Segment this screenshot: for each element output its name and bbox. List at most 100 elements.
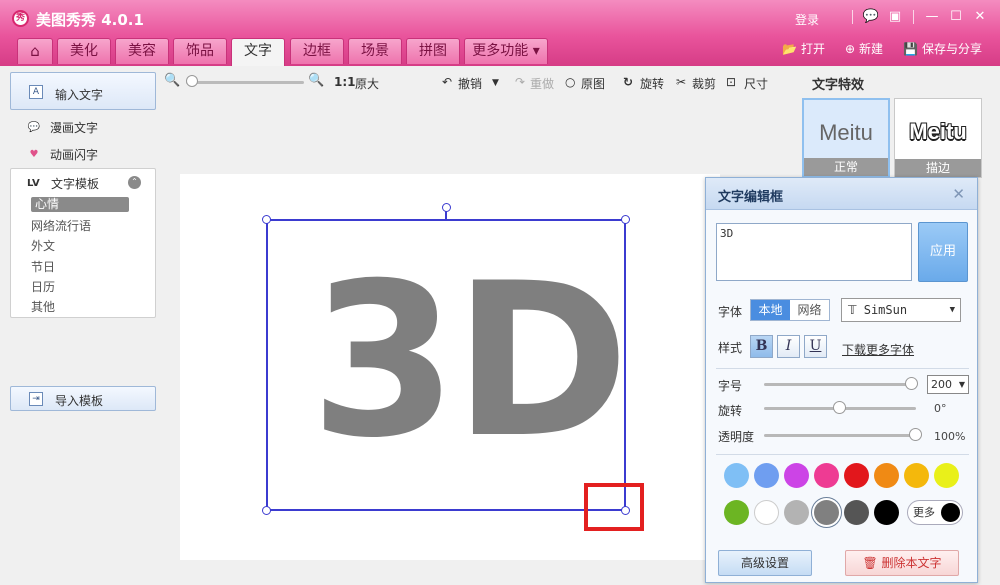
sidebar: A 输入文字 💬 漫画文字 ♥ 动画闪字 LV 文字模板 ⌃ 心情 网络流行语 … [10, 68, 158, 585]
import-template-label: 导入模板 [55, 394, 104, 408]
advanced-settings-button[interactable]: 高级设置 [718, 550, 812, 576]
color-swatch[interactable] [724, 500, 749, 525]
zoom-in-icon[interactable]: 🔍 [308, 73, 324, 88]
crop-button[interactable]: 裁剪 [692, 75, 716, 92]
tab-beauty[interactable]: 美容 [115, 38, 169, 64]
heart-icon: ♥ [29, 148, 39, 160]
undo-icon[interactable]: ↶ [442, 75, 452, 89]
new-button[interactable]: ⊕ 新建 [845, 40, 883, 57]
tab-accessories[interactable]: 饰品 [173, 38, 227, 64]
rotate-icon[interactable]: ↻ [623, 75, 633, 89]
feedback-icon[interactable]: 💬 [861, 8, 881, 26]
apply-button[interactable]: 应用 [918, 222, 968, 282]
size-button[interactable]: 尺寸 [744, 75, 768, 92]
color-swatch[interactable] [844, 500, 869, 525]
font-select[interactable]: 𝕋 SimSun ▼ [841, 298, 961, 322]
sidebar-item-animated-text[interactable]: ♥ 动画闪字 [26, 146, 99, 163]
opacity-slider[interactable] [764, 434, 916, 437]
skin-icon[interactable]: ▣ [885, 8, 905, 26]
color-swatch[interactable] [754, 463, 779, 488]
underline-button[interactable]: U [804, 335, 827, 358]
color-swatch[interactable] [814, 463, 839, 488]
effect-outline[interactable]: Meitu 描边 [894, 98, 982, 178]
delete-text-button[interactable]: 🗑 删除本文字 [845, 550, 959, 576]
login-link[interactable]: 登录 [795, 11, 819, 28]
zoom-slider-handle[interactable] [186, 75, 198, 87]
save-share-button[interactable]: 💾 保存与分享 [903, 40, 982, 57]
tab-text[interactable]: 文字 [231, 38, 285, 66]
tab-frame[interactable]: 边框 [290, 38, 344, 64]
color-swatch[interactable] [874, 463, 899, 488]
color-swatch[interactable] [844, 463, 869, 488]
tab-more-features[interactable]: 更多功能 ▾ [464, 38, 548, 64]
resize-handle-top-left[interactable] [262, 215, 271, 224]
input-text-button[interactable]: A 输入文字 [10, 72, 156, 110]
color-swatch[interactable] [904, 463, 929, 488]
tab-collage[interactable]: 拼图 [406, 38, 460, 64]
italic-button[interactable]: I [777, 335, 800, 358]
category-holiday[interactable]: 节日 [31, 258, 55, 275]
color-swatch[interactable] [724, 463, 749, 488]
resize-icon[interactable]: ⊡ [726, 75, 736, 89]
font-local-button[interactable]: 本地 [751, 300, 790, 320]
undo-dropdown-icon[interactable]: ▼ [492, 78, 499, 88]
sidebar-item-comic-text[interactable]: 💬 漫画文字 [26, 119, 98, 136]
opacity-slider-handle[interactable] [909, 428, 922, 441]
app-logo-icon: 秀 [12, 10, 29, 27]
trash-icon: 🗑 [862, 556, 882, 570]
actual-size-button[interactable]: 原大 [355, 75, 379, 92]
plus-icon: ⊕ [844, 42, 856, 56]
color-swatch[interactable] [784, 463, 809, 488]
text-selection-box[interactable] [266, 219, 626, 511]
tab-beautify[interactable]: 美化 [57, 38, 111, 64]
opacity-label: 透明度 [718, 430, 755, 444]
original-icon[interactable]: ○ [565, 75, 575, 89]
text-template-header[interactable]: LV 文字模板 ⌃ [11, 173, 155, 193]
more-colors-button[interactable]: 更多 [907, 500, 963, 525]
size-slider[interactable] [764, 383, 912, 386]
zoom-slider[interactable] [186, 81, 304, 84]
resize-handle-top-right[interactable] [621, 215, 630, 224]
effect-normal[interactable]: Meitu 正常 [802, 98, 890, 178]
close-icon[interactable]: ✕ [952, 185, 965, 203]
color-swatch[interactable] [814, 500, 839, 525]
scissors-icon[interactable]: ✂ [676, 75, 686, 89]
import-template-button[interactable]: ⇥ 导入模板 [10, 386, 156, 411]
minimize-icon[interactable]: — [922, 8, 942, 26]
bold-button[interactable]: B [750, 335, 773, 358]
font-web-button[interactable]: 网络 [790, 300, 829, 320]
rotate-slider-handle[interactable] [833, 401, 846, 414]
download-fonts-link[interactable]: 下载更多字体 [842, 341, 914, 358]
category-internet-slang[interactable]: 网络流行语 [31, 217, 91, 234]
dialog-header[interactable]: 文字编辑框 ✕ [706, 178, 977, 210]
text-input[interactable]: 3D [716, 223, 912, 281]
color-swatch[interactable] [784, 500, 809, 525]
category-calendar[interactable]: 日历 [31, 278, 55, 295]
color-swatch[interactable] [934, 463, 959, 488]
zoom-out-icon[interactable]: 🔍 [164, 73, 180, 88]
rotate-button[interactable]: 旋转 [640, 75, 664, 92]
text-effects-title: 文字特效 [812, 78, 865, 93]
open-button[interactable]: 📂 打开 [782, 40, 825, 57]
maximize-icon[interactable]: ☐ [946, 8, 966, 26]
actual-size-ratio[interactable]: 1:1 [334, 75, 356, 89]
original-button[interactable]: 原图 [581, 75, 605, 92]
size-slider-handle[interactable] [905, 377, 918, 390]
undo-button[interactable]: 撤销 [458, 75, 482, 92]
color-swatch[interactable] [754, 500, 779, 525]
category-mood[interactable]: 心情 [31, 197, 129, 212]
text-template-panel: LV 文字模板 ⌃ 心情 网络流行语 外文 节日 日历 其他 [10, 168, 156, 318]
close-icon[interactable]: ✕ [970, 8, 990, 26]
tab-scene[interactable]: 场景 [348, 38, 402, 64]
color-swatch[interactable] [874, 500, 899, 525]
current-color-icon [941, 503, 960, 522]
rotate-handle[interactable] [442, 203, 451, 212]
collapse-icon[interactable]: ⌃ [128, 176, 141, 189]
size-select[interactable]: 200 ▼ [927, 375, 969, 394]
resize-handle-bottom-left[interactable] [262, 506, 271, 515]
category-other[interactable]: 其他 [31, 298, 55, 315]
chevron-down-icon: ▼ [949, 305, 955, 315]
category-foreign[interactable]: 外文 [31, 237, 55, 254]
tab-home[interactable]: ⌂ [17, 38, 53, 64]
effect-outline-sample: Meitu [909, 119, 967, 144]
